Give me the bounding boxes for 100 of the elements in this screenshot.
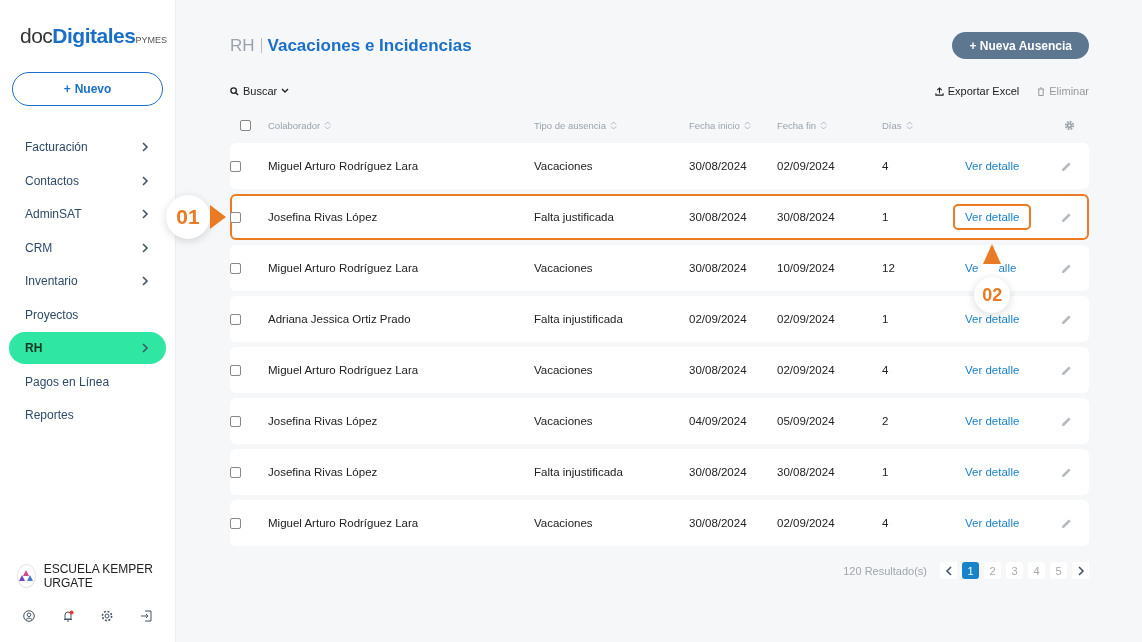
table-row[interactable]: Josefina Rivas López Vacaciones 04/09/2024 05/09/2024 2 Ver detalle (230, 398, 1089, 444)
column-header[interactable]: Colaborador (268, 119, 534, 131)
table-cell-text: 30/08/2024 (777, 211, 836, 223)
table-cell-text: Vacaciones (534, 364, 594, 376)
bell-icon[interactable] (62, 610, 74, 622)
pencil-icon[interactable] (1060, 517, 1072, 529)
callout-badge: 01 (166, 195, 210, 239)
table-cell-text: 30/08/2024 (689, 160, 748, 172)
detail-link[interactable]: Ver detalle (965, 415, 1020, 427)
select-all-checkbox[interactable] (240, 119, 251, 131)
row-checkbox[interactable] (230, 211, 241, 223)
table-row[interactable]: Miguel Arturo Rodríguez Lara Vacaciones 30/08/2024 02/09/2024 4 Ver detalle (230, 143, 1089, 189)
previous-page-button[interactable] (940, 562, 957, 579)
next-page-button[interactable] (1072, 562, 1089, 579)
page-button[interactable]: 5 (1050, 562, 1067, 579)
table-cell-text: Miguel Arturo Rodríguez Lara (268, 262, 420, 274)
sidebar-item[interactable]: Proyectos (9, 298, 166, 331)
sidebar-item[interactable]: Inventario (9, 265, 166, 297)
detail-link[interactable]: Ve (965, 262, 979, 274)
table-cell-text: 10/09/2024 (777, 262, 836, 274)
pencil-icon[interactable] (1060, 415, 1072, 427)
pencil-icon[interactable] (1060, 211, 1072, 223)
detail-link[interactable]: Ver detalle (965, 313, 1020, 325)
sidebar-item[interactable]: RH (9, 332, 166, 364)
upload-icon (934, 86, 944, 96)
pencil-icon[interactable] (1060, 262, 1072, 274)
table-cell-text: Miguel Arturo Rodríguez Lara (268, 517, 420, 529)
settings-icon[interactable] (101, 610, 113, 622)
sidebar-item[interactable]: CRM (9, 231, 166, 264)
row-checkbox[interactable] (230, 364, 241, 376)
breadcrumb-section[interactable]: RH (230, 35, 255, 56)
pencil-icon[interactable] (1060, 364, 1072, 376)
table-cell-text: Vacaciones (534, 160, 594, 172)
table-cell-text: 02/09/2024 (777, 517, 836, 529)
table-cell-text: Josefina Rivas López (268, 415, 379, 427)
detail-link[interactable]: Ver detalle (965, 160, 1020, 172)
results-count: 120 Resultado(s) (843, 564, 927, 577)
sidebar-item[interactable]: Pagos en Línea (9, 365, 166, 398)
table-cell-text: 2 (882, 415, 890, 427)
export-button[interactable]: Exportar Excel (934, 85, 1020, 97)
page-button[interactable]: 1 (962, 562, 979, 579)
sidebar-item[interactable]: AdminSAT (9, 198, 166, 230)
column-header[interactable]: Días (882, 119, 965, 131)
table-cell-text: 4 (882, 160, 890, 172)
table-cell-text: 02/09/2024 (777, 364, 836, 376)
row-checkbox[interactable] (230, 415, 241, 427)
table-cell-text: 30/08/2024 (689, 211, 748, 223)
row-checkbox[interactable] (230, 313, 241, 325)
table-cell-text: 1 (882, 211, 890, 223)
table-cell-text: 1 (882, 466, 890, 478)
table-cell-text: 30/08/2024 (689, 262, 748, 274)
chevron-left-icon (943, 565, 954, 576)
table-cell-text: 30/08/2024 (689, 466, 748, 478)
column-header[interactable]: Fecha fin (777, 119, 882, 131)
table-cell-text: Adriana Jessica Ortiz Prado (268, 313, 412, 325)
pencil-icon[interactable] (1060, 313, 1072, 325)
search-dropdown[interactable]: Buscar (230, 85, 290, 97)
row-checkbox[interactable] (230, 466, 241, 478)
column-header[interactable]: Tipo de ausencia (534, 119, 689, 131)
pencil-icon[interactable] (1060, 160, 1072, 172)
logo: docDigitalesPYMES (20, 24, 166, 48)
column-header[interactable]: Fecha inicio (689, 119, 777, 131)
table-row[interactable]: Miguel Arturo Rodríguez Lara Vacaciones 30/08/2024 02/09/2024 4 Ver detalle (230, 500, 1089, 546)
page-button[interactable]: 2 (984, 562, 1001, 579)
table-cell-text: Josefina Rivas López (268, 466, 379, 478)
caret-icon (281, 88, 290, 94)
table-cell-text: 4 (882, 517, 890, 529)
row-checkbox[interactable] (230, 262, 241, 274)
pencil-icon[interactable] (1060, 466, 1072, 478)
detail-link[interactable]: Ver detalle (965, 466, 1020, 478)
table-cell-text: 05/09/2024 (777, 415, 836, 427)
trash-icon (1037, 86, 1046, 96)
table-cell-text: 04/09/2024 (689, 415, 748, 427)
sidebar-item[interactable]: Reportes (9, 399, 166, 431)
search-icon (230, 86, 239, 96)
detail-link[interactable]: Ver detalle (965, 517, 1020, 529)
table-cell-text: 1 (882, 313, 890, 325)
table-row[interactable]: Miguel Arturo Rodríguez Lara Vacaciones 30/08/2024 02/09/2024 4 Ver detalle (230, 347, 1089, 393)
table-cell-text: 02/09/2024 (689, 313, 748, 325)
row-checkbox[interactable] (230, 160, 241, 172)
table-cell-text: 30/08/2024 (689, 517, 748, 529)
page-button[interactable]: 3 (1006, 562, 1023, 579)
row-checkbox[interactable] (230, 517, 241, 529)
user-icon[interactable] (23, 610, 35, 622)
table-cell-text: Vacaciones (534, 415, 594, 427)
table-cell-text: Miguel Arturo Rodríguez Lara (268, 160, 420, 172)
detail-link[interactable]: Ver detalle (965, 364, 1020, 376)
table-cell-text: Miguel Arturo Rodríguez Lara (268, 364, 420, 376)
pointer-icon (209, 204, 227, 230)
table-cell-text: 12 (882, 262, 896, 274)
sidebar-item[interactable]: Contactos (9, 164, 166, 197)
logout-icon[interactable] (140, 610, 152, 622)
new-button[interactable]: + Nuevo (12, 72, 163, 106)
page-title: Vacaciones e Incidencias (267, 35, 472, 56)
new-absence-button[interactable]: + Nueva Ausencia (952, 32, 1089, 59)
table-row[interactable]: Josefina Rivas López Falta injustificada 30/08/2024 30/08/2024 1 Ver detalle (230, 449, 1089, 495)
sidebar-item[interactable]: Facturación (9, 131, 166, 163)
table-cell-text: 30/08/2024 (689, 364, 748, 376)
account-name: ESCUELA KEMPER URGATE (43, 562, 154, 590)
detail-link[interactable]: alle (998, 262, 1017, 274)
